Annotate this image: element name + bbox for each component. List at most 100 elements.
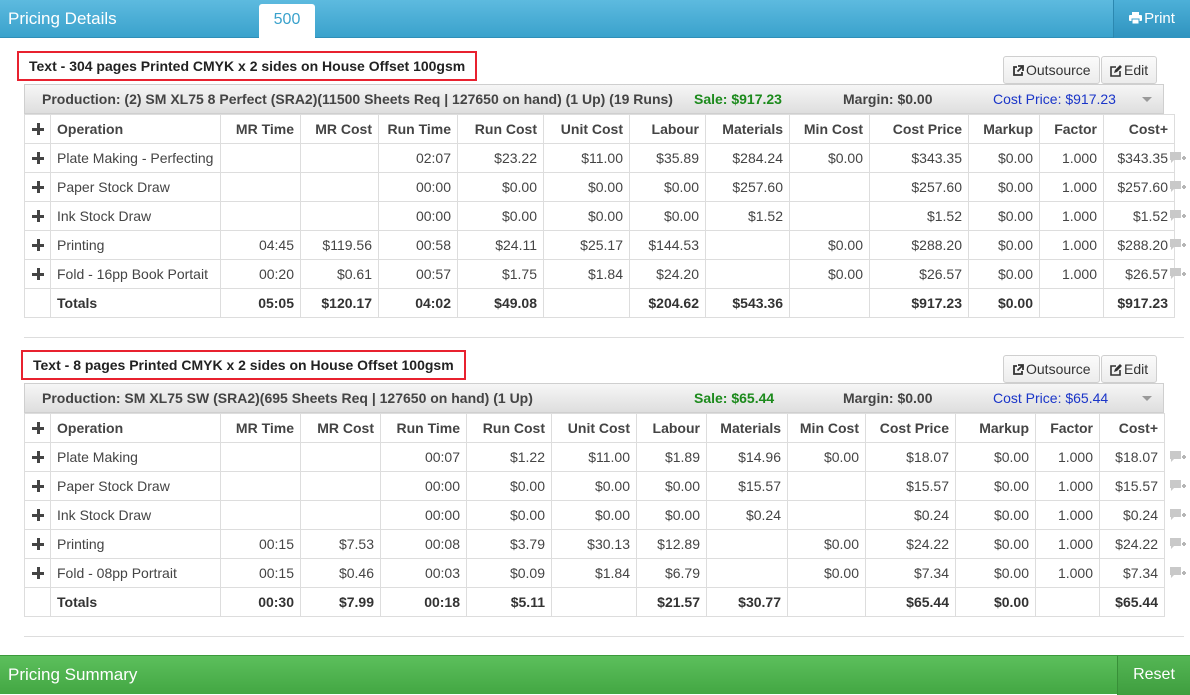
pricing-details-header: Pricing Details 500 Print <box>0 0 1190 39</box>
total-unit-cost <box>551 587 637 617</box>
add-comment-icon[interactable] <box>1169 209 1187 223</box>
table-row[interactable]: Paper Stock Draw 00:00 $0.00 $0.00 $0.00 $257… <box>24 172 1175 202</box>
outsource-button[interactable]: Outsource <box>1003 355 1100 383</box>
cell-labour: $24.20 <box>629 259 706 289</box>
table-row[interactable]: Plate Making 00:07 $1.22 $11.00 $1.89 $14.96 $… <box>24 442 1165 472</box>
plus-icon <box>31 152 44 164</box>
cell-run-time: 00:00 <box>378 201 458 231</box>
table-header: Operation MR Time MR Cost Run Time Run Cost U… <box>24 114 1175 144</box>
total-run-time: 00:18 <box>380 587 467 617</box>
expand-row-button[interactable] <box>24 558 51 588</box>
add-comment-icon[interactable] <box>1169 479 1187 493</box>
expand-row-button[interactable] <box>24 259 51 289</box>
expand-row-button[interactable] <box>24 172 51 202</box>
add-comment-icon[interactable] <box>1169 151 1187 165</box>
cell-run-cost: $0.00 <box>466 471 552 501</box>
cell-mr-cost <box>300 172 379 202</box>
cell-mr-cost <box>300 500 381 530</box>
cell-run-time: 00:57 <box>378 259 458 289</box>
cell-mr-time: 04:45 <box>220 230 301 260</box>
add-comment-icon[interactable] <box>1169 566 1187 580</box>
total-factor <box>1039 288 1104 318</box>
expand-row-button[interactable] <box>24 500 51 530</box>
edit-button[interactable]: Edit <box>1101 355 1158 383</box>
production-label: Production: SM XL75 SW (SRA2)(695 Sheets… <box>42 390 533 406</box>
add-operation-button[interactable] <box>24 114 51 144</box>
add-comment-icon[interactable] <box>1169 508 1187 522</box>
column-header-run-time: Run Time <box>380 413 467 443</box>
production-bar[interactable]: Production: SM XL75 SW (SRA2)(695 Sheets… <box>24 383 1164 413</box>
chevron-down-icon[interactable] <box>1142 97 1152 102</box>
cell-labour: $0.00 <box>629 201 706 231</box>
cell-cost-price: $288.20 <box>869 230 969 260</box>
cell-min-cost <box>789 172 870 202</box>
cell-operation: Fold - 08pp Portrait <box>50 558 221 588</box>
cell-cost-price: $24.22 <box>865 529 956 559</box>
total-min-cost <box>787 587 866 617</box>
cell-operation: Ink Stock Draw <box>50 201 221 231</box>
cell-min-cost <box>787 500 866 530</box>
cell-run-cost: $24.11 <box>457 230 544 260</box>
add-comment-icon[interactable] <box>1169 238 1187 252</box>
reset-button[interactable]: Reset <box>1117 656 1190 695</box>
table-row[interactable]: Ink Stock Draw 00:00 $0.00 $0.00 $0.00 $0.24 $… <box>24 500 1165 530</box>
column-header-materials: Materials <box>705 114 790 144</box>
cell-cost: $257.60 <box>1103 172 1175 202</box>
cell-run-time: 00:03 <box>380 558 467 588</box>
add-comment-icon[interactable] <box>1169 180 1187 194</box>
add-comment-icon[interactable] <box>1169 450 1187 464</box>
outsource-button[interactable]: Outsource <box>1003 56 1100 84</box>
cell-cost: $7.34 <box>1099 558 1165 588</box>
summary-title: Pricing Summary <box>8 665 138 684</box>
total-min-cost <box>789 288 870 318</box>
table-row[interactable]: Ink Stock Draw 00:00 $0.00 $0.00 $0.00 $1.52 $… <box>24 201 1175 231</box>
cell-markup: $0.00 <box>955 471 1036 501</box>
add-comment-icon[interactable] <box>1169 267 1187 281</box>
cell-markup: $0.00 <box>968 230 1040 260</box>
column-header-factor: Factor <box>1035 413 1100 443</box>
cell-mr-time <box>220 500 301 530</box>
column-header-labour: Labour <box>636 413 707 443</box>
edit-button[interactable]: Edit <box>1101 56 1158 84</box>
expand-row-button[interactable] <box>24 529 51 559</box>
table-row[interactable]: Fold - 16pp Book Portait 00:20 $0.61 00:57 $… <box>24 259 1175 289</box>
cell-cost: $0.24 <box>1099 500 1165 530</box>
print-button[interactable]: Print <box>1113 0 1190 38</box>
cell-run-cost: $1.75 <box>457 259 544 289</box>
expand-row-button[interactable] <box>24 143 51 173</box>
print-label: Print <box>1144 10 1175 27</box>
cell-materials: $0.24 <box>706 500 788 530</box>
cell-mr-cost <box>300 201 379 231</box>
cell-min-cost <box>787 471 866 501</box>
table-row[interactable]: Plate Making - Perfecting 02:07 $23.22 $11.… <box>24 143 1175 173</box>
table-row[interactable]: Printing 04:45 $119.56 00:58 $24.11 $25.17 $14… <box>24 230 1175 260</box>
cell-cost: $15.57 <box>1099 471 1165 501</box>
tab-quantity[interactable]: 500 <box>259 4 315 39</box>
add-operation-button[interactable] <box>24 413 51 443</box>
chevron-down-icon[interactable] <box>1142 396 1152 401</box>
external-link-icon <box>1013 364 1024 375</box>
cell-operation: Plate Making <box>50 442 221 472</box>
plus-icon <box>31 181 44 193</box>
table-row[interactable]: Fold - 08pp Portrait 00:15 $0.46 00:03 $0.09… <box>24 558 1165 588</box>
plus-icon <box>31 509 44 521</box>
total-operation: Totals <box>50 587 221 617</box>
add-comment-icon[interactable] <box>1169 537 1187 551</box>
cell-factor: 1.000 <box>1035 558 1100 588</box>
cell-cost-price: $18.07 <box>865 442 956 472</box>
table-row[interactable]: Printing 00:15 $7.53 00:08 $3.79 $30.13 $12.89… <box>24 529 1165 559</box>
cell-run-cost: $0.00 <box>457 201 544 231</box>
cell-run-cost: $0.00 <box>466 500 552 530</box>
expand-row-button[interactable] <box>24 442 51 472</box>
table-row[interactable]: Paper Stock Draw 00:00 $0.00 $0.00 $0.00 $15.… <box>24 471 1165 501</box>
expand-row-button[interactable] <box>24 471 51 501</box>
total-mr-cost: $7.99 <box>300 587 381 617</box>
plus-icon <box>31 451 44 463</box>
column-header-mr-time: MR Time <box>220 413 301 443</box>
expand-row-button[interactable] <box>24 230 51 260</box>
cell-mr-time: 00:15 <box>220 558 301 588</box>
expand-row-button[interactable] <box>24 201 51 231</box>
cell-run-time: 00:07 <box>380 442 467 472</box>
production-bar[interactable]: Production: (2) SM XL75 8 Perfect (SRA2)… <box>24 84 1164 114</box>
pricing-summary-bar[interactable]: Pricing Summary Reset <box>0 655 1190 695</box>
